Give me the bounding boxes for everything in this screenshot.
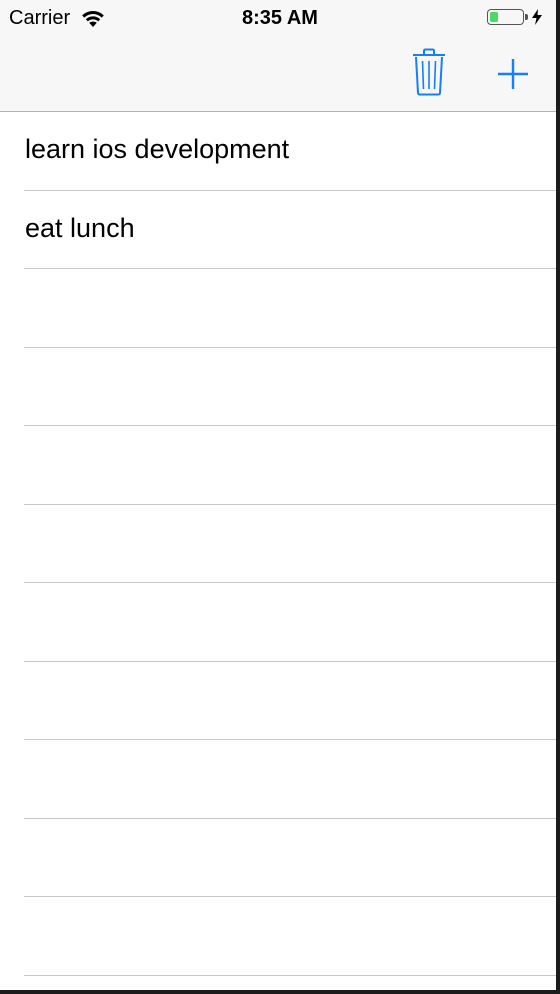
table-row[interactable] (0, 819, 556, 898)
device-frame-edge (556, 0, 560, 994)
battery-indicator (487, 9, 543, 25)
battery-cap (525, 14, 528, 20)
charging-bolt-icon (532, 9, 542, 25)
table-row[interactable] (0, 740, 556, 819)
delete-button[interactable] (410, 48, 448, 96)
navigation-bar (0, 38, 556, 112)
status-time: 8:35 AM (242, 7, 318, 29)
row-label: learn ios development (25, 134, 290, 164)
row-label: eat lunch (25, 212, 135, 243)
plus-icon (498, 59, 528, 89)
todo-table: learn ios development eat lunch (0, 112, 556, 976)
table-row[interactable] (0, 348, 556, 427)
table-row[interactable] (0, 897, 556, 976)
table-row[interactable] (0, 662, 556, 741)
table-row[interactable] (0, 505, 556, 584)
table-row[interactable] (0, 426, 556, 505)
table-row[interactable] (0, 583, 556, 662)
battery-fill (490, 12, 498, 22)
app-screen: Carrier 8:35 AM learn ios development ea… (0, 0, 556, 990)
add-button[interactable] (496, 57, 530, 91)
battery-icon (487, 9, 524, 25)
table-row[interactable] (0, 269, 556, 348)
status-bar: Carrier 8:35 AM (0, 0, 556, 38)
device-frame-edge (0, 990, 560, 994)
trash-icon (413, 48, 445, 96)
table-row[interactable]: learn ios development (0, 112, 556, 191)
table-row[interactable]: eat lunch (0, 191, 556, 270)
